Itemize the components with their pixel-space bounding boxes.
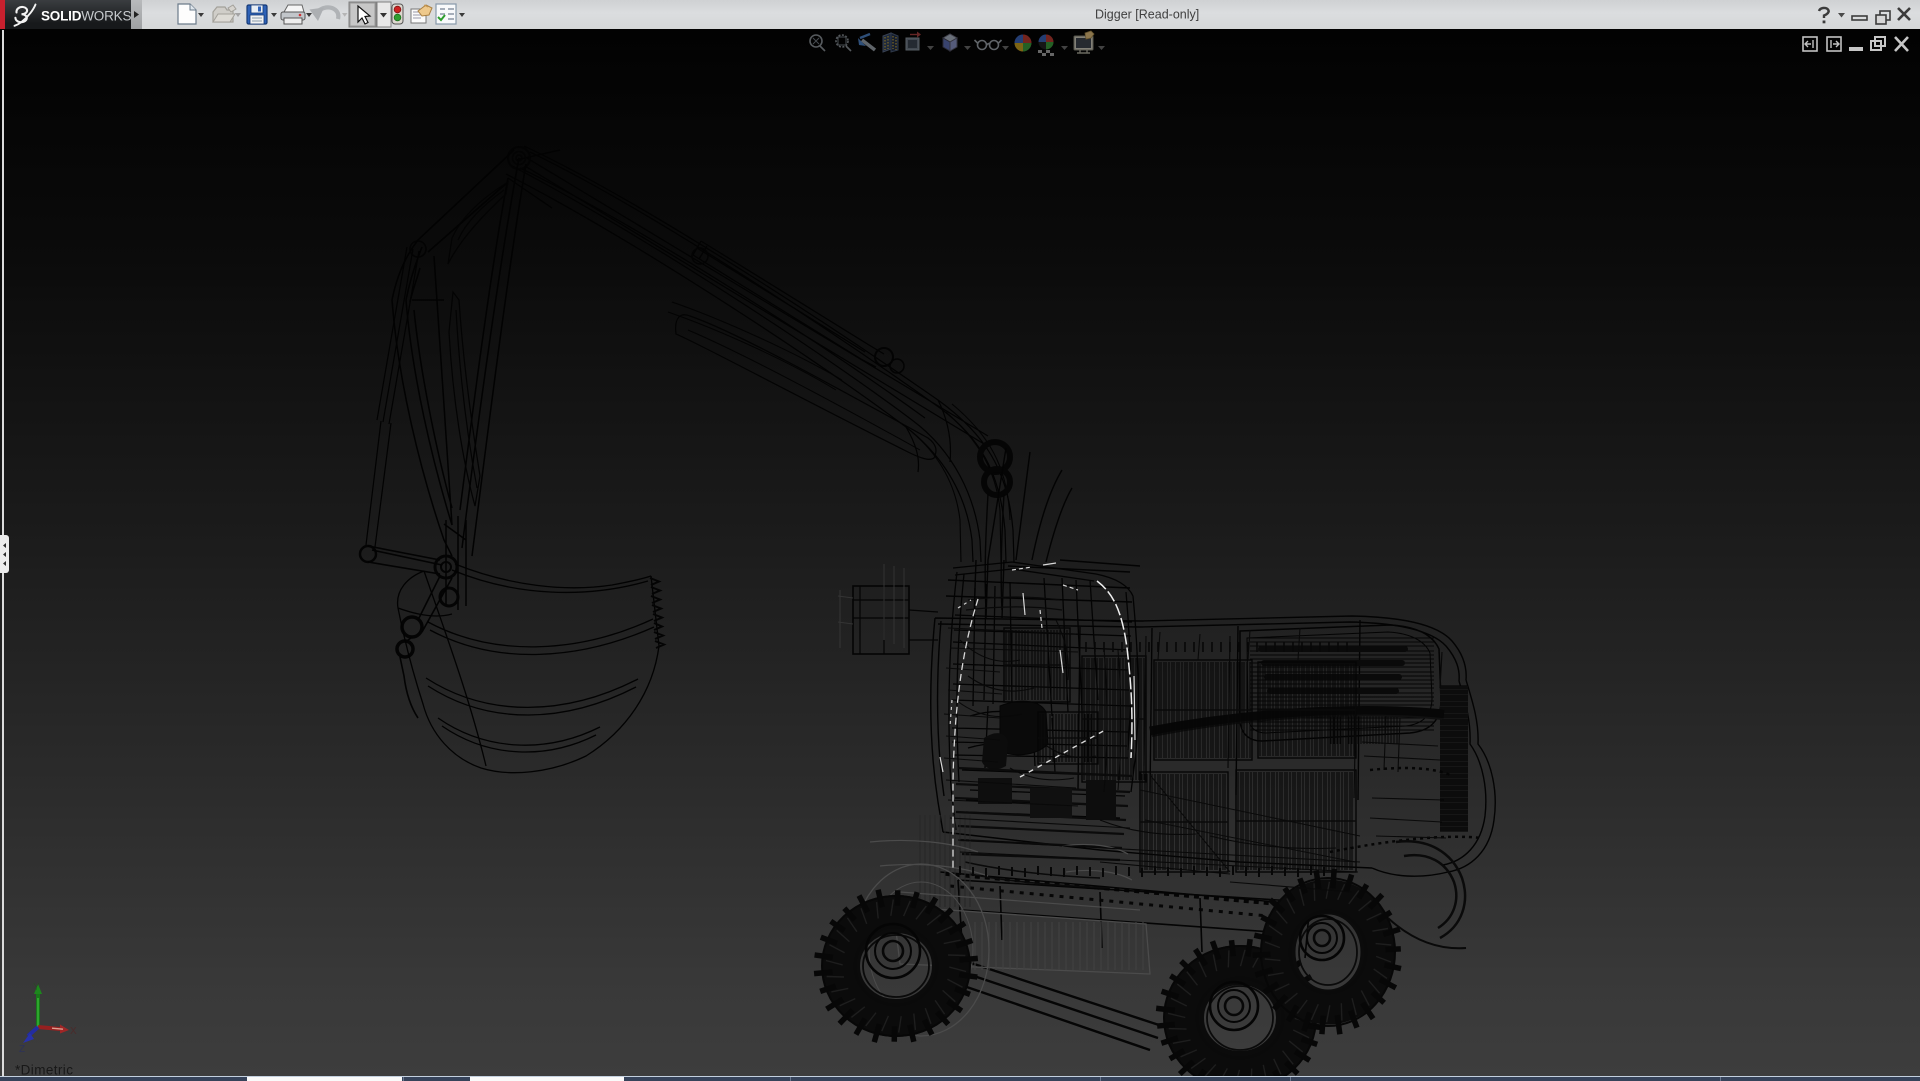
svg-text:Z: Z [19,1044,25,1055]
svg-text:X: X [70,1026,77,1037]
svg-text:Y: Y [33,982,40,993]
svg-text:Digger [Read-only]: Digger [Read-only] [1095,8,1199,22]
